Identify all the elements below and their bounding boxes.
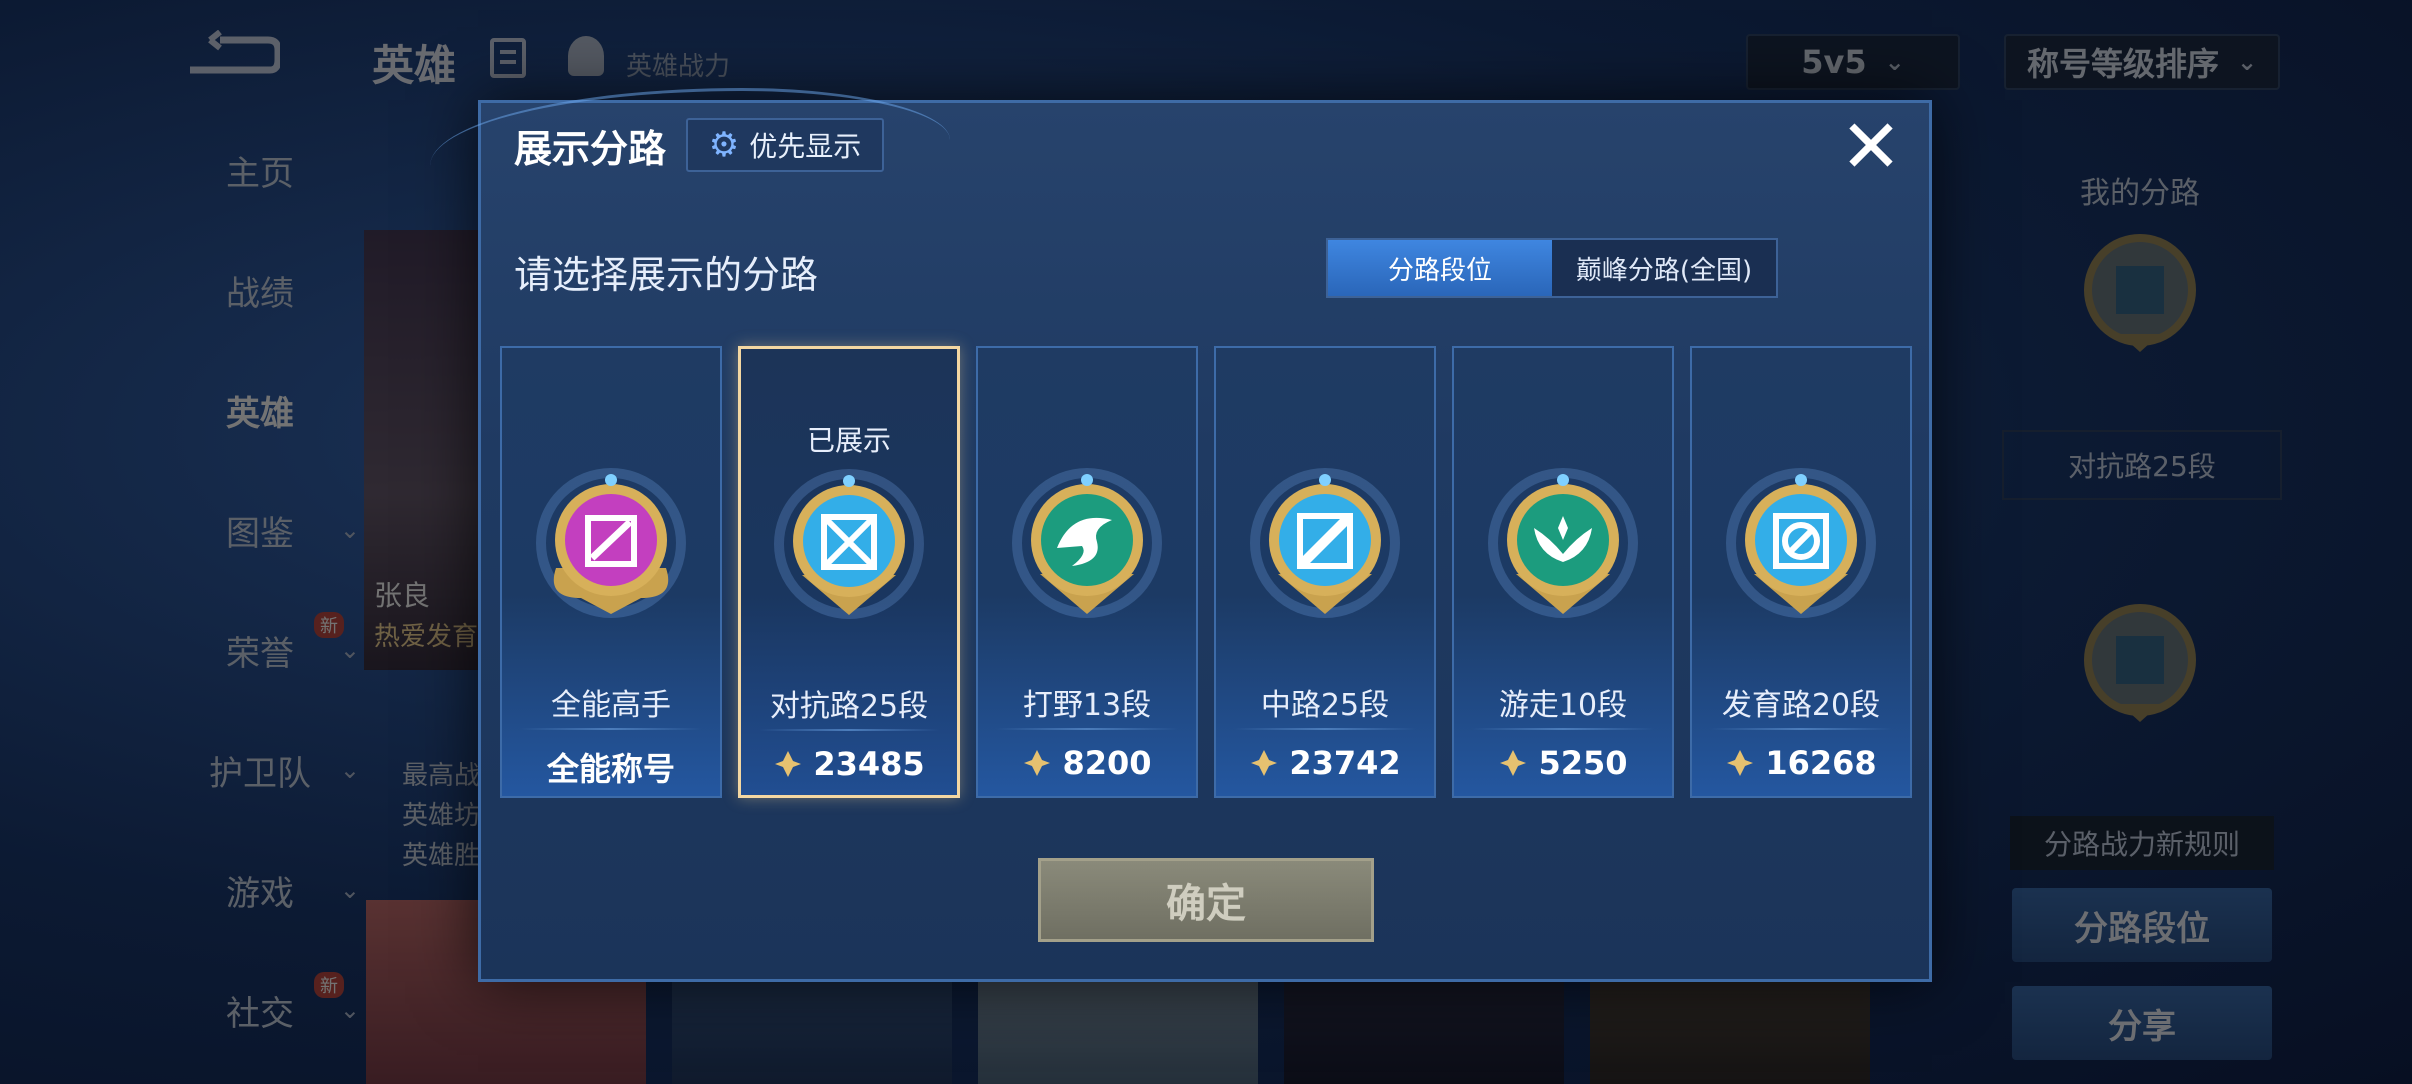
mode-dropdown[interactable]: 5v5 ⌄ xyxy=(1746,34,1960,90)
list-icon[interactable] xyxy=(490,38,526,78)
nav-item-social[interactable]: 社交 新 ⌄ xyxy=(160,972,360,1040)
hero-stat-line: 英雄胜 xyxy=(402,841,481,871)
nav-item-label: 主页 xyxy=(226,153,294,194)
lane-card-clash[interactable]: 已展示 对抗路25段 23485 xyxy=(738,346,960,798)
chevron-down-icon: ⌄ xyxy=(339,636,360,664)
nav-item-guard[interactable]: 护卫队 ⌄ xyxy=(160,740,360,800)
roam-emblem-icon xyxy=(1488,468,1638,618)
lane-name: 游走10段 xyxy=(1498,688,1628,723)
chevron-down-icon: ⌄ xyxy=(339,756,360,784)
hero-stat-line: 英雄坊 xyxy=(402,801,481,831)
divider xyxy=(759,729,939,731)
lane-score-value: 8200 xyxy=(1062,744,1152,782)
tab-peak-lane[interactable]: 巅峰分路(全国) xyxy=(1552,240,1776,296)
power-icon xyxy=(1500,750,1527,776)
lane-name: 对抗路25段 xyxy=(769,689,929,724)
nav-item-label: 战绩 xyxy=(226,273,294,314)
lane-name: 打野13段 xyxy=(1022,688,1152,723)
shown-label: 已展示 xyxy=(806,424,891,457)
mode-dropdown-value: 5v5 xyxy=(1801,43,1867,81)
chevron-down-icon: ⌄ xyxy=(339,996,360,1024)
priority-display-button[interactable]: ⚙ 优先显示 xyxy=(686,118,884,172)
hero-power-label[interactable]: 英雄战力 xyxy=(626,46,730,83)
nav-item-label: 社交 xyxy=(226,993,294,1034)
hero-stat-line: 最高战 xyxy=(402,761,481,791)
nav-item-label: 图鉴 xyxy=(226,513,294,554)
hero-subtitle: 热爱发育 xyxy=(374,622,479,652)
lane-score: 全能称号 xyxy=(502,744,720,790)
share-button[interactable]: 分享 xyxy=(2012,986,2272,1060)
confirm-button[interactable]: 确定 xyxy=(1038,858,1374,942)
lane-score-value: 23742 xyxy=(1289,744,1401,782)
lane-score: 8200 xyxy=(978,744,1196,782)
mid-lane-emblem-icon xyxy=(1250,468,1400,618)
lane-card-mid[interactable]: 中路25段 23742 xyxy=(1214,346,1436,798)
back-icon[interactable] xyxy=(180,30,280,80)
nav-item-record[interactable]: 战绩 xyxy=(160,260,360,320)
clash-lane-emblem-icon xyxy=(774,469,924,619)
divider xyxy=(1234,728,1416,730)
lane-card-all-rounder[interactable]: 全能高手 全能称号 xyxy=(500,346,722,798)
lane-score-value: 全能称号 xyxy=(546,750,675,788)
nav-item-hero[interactable]: 英雄 xyxy=(160,380,360,440)
nav-item-honor[interactable]: 荣誉 新 ⌄ xyxy=(160,612,360,680)
lane-card-jungle[interactable]: 打野13段 8200 xyxy=(976,346,1198,798)
page-title: 英雄 xyxy=(372,41,457,90)
lane-badge-icon xyxy=(2084,604,2196,722)
nav-item-label: 护卫队 xyxy=(209,753,311,794)
power-icon xyxy=(1251,750,1278,776)
lane-tab-switch: 分路段位 巅峰分路(全国) xyxy=(1326,238,1778,298)
lane-score: 5250 xyxy=(1454,744,1672,782)
lane-rank-button[interactable]: 分路段位 xyxy=(2012,888,2272,962)
lane-score-value: 16268 xyxy=(1765,744,1877,782)
lane-card-roam[interactable]: 游走10段 5250 xyxy=(1452,346,1674,798)
nav-item-label: 游戏 xyxy=(226,873,294,914)
chevron-down-icon: ⌄ xyxy=(2236,48,2258,76)
new-badge: 新 xyxy=(314,972,344,998)
close-button[interactable]: ✕ xyxy=(1836,110,1906,184)
chevron-down-icon: ⌄ xyxy=(1884,48,1905,76)
lane-score-value: 23485 xyxy=(813,745,925,783)
lane-name: 全能高手 xyxy=(551,688,671,723)
sort-dropdown[interactable]: 称号等级排序 ⌄ xyxy=(2004,34,2280,90)
modal-title: 展示分路 xyxy=(514,127,667,171)
jungle-emblem-icon xyxy=(1012,468,1162,618)
lane-name: 中路25段 xyxy=(1260,688,1390,723)
divider xyxy=(520,728,702,730)
lane-score: 23742 xyxy=(1216,744,1434,782)
farm-lane-emblem-icon xyxy=(1726,468,1876,618)
power-icon xyxy=(775,751,802,777)
divider xyxy=(1472,728,1654,730)
lane-name: 发育路20段 xyxy=(1721,688,1881,723)
new-badge: 新 xyxy=(314,612,344,638)
nav-item-codex[interactable]: 图鉴 ⌄ xyxy=(160,500,360,560)
lane-power-rule-link[interactable]: 分路战力新规则 xyxy=(2010,816,2274,870)
lane-score: 23485 xyxy=(741,745,957,783)
chevron-down-icon: ⌄ xyxy=(339,876,360,904)
lane-badge-icon xyxy=(2084,234,2196,352)
chevron-down-icon: ⌄ xyxy=(339,516,360,544)
hero-power-icon[interactable] xyxy=(568,36,604,76)
hero-name: 张良 xyxy=(374,579,431,612)
nav-item-home[interactable]: 主页 xyxy=(160,140,360,200)
my-lanes-title: 我的分路 xyxy=(2080,176,2200,211)
hero-stats: 最高战 英雄坊 英雄胜 xyxy=(402,756,480,876)
lane-score-value: 5250 xyxy=(1538,744,1628,782)
lane-score: 16268 xyxy=(1692,744,1910,782)
priority-display-label: 优先显示 xyxy=(749,130,862,163)
all-rounder-emblem-icon xyxy=(536,468,686,618)
nav-item-label: 英雄 xyxy=(226,393,294,434)
nav-item-label: 荣誉 xyxy=(226,633,294,674)
my-lane-rank: 对抗路25段 xyxy=(2002,430,2282,500)
power-icon xyxy=(1024,750,1051,776)
power-icon xyxy=(1727,750,1754,776)
select-prompt: 请选择展示的分路 xyxy=(514,253,819,297)
lane-card-farm[interactable]: 发育路20段 16268 xyxy=(1690,346,1912,798)
divider xyxy=(996,728,1178,730)
sort-dropdown-value: 称号等级排序 xyxy=(2026,45,2219,83)
nav-item-game[interactable]: 游戏 ⌄ xyxy=(160,860,360,920)
divider xyxy=(1710,728,1892,730)
gear-icon: ⚙ xyxy=(708,125,740,165)
tab-lane-rank[interactable]: 分路段位 xyxy=(1328,240,1552,296)
